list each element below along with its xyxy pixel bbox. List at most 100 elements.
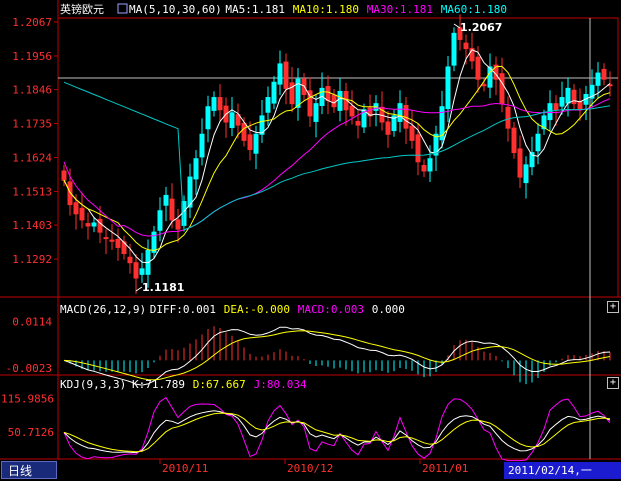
candle-body	[535, 133, 541, 152]
candle-body	[217, 97, 223, 111]
ma-value: MA10:1.180	[293, 3, 359, 16]
macd-value: MACD:0.003	[298, 303, 364, 316]
macd-dea-line	[63, 330, 611, 381]
indicator-icon	[117, 3, 128, 14]
candle-body	[397, 103, 403, 122]
candle-body	[463, 42, 469, 50]
candle-body	[247, 134, 253, 151]
candle-body	[349, 105, 355, 117]
candle-body	[331, 94, 337, 108]
macd-y-tick-label: 0.0114	[12, 315, 52, 328]
period-tab-daily[interactable]: 日线	[1, 461, 57, 479]
ma-value: MA5:1.181	[225, 3, 285, 16]
candle-body	[559, 97, 565, 107]
ma60-line	[63, 81, 611, 231]
x-month-label: 2011/01	[422, 462, 468, 475]
candle-body	[109, 239, 115, 242]
candle-body	[139, 268, 145, 275]
low-price-label: 1.1181	[142, 281, 184, 294]
main-y-tick-label: 1.1513	[12, 185, 52, 198]
candle-body	[325, 86, 331, 102]
kdj-value: K:71.789	[132, 378, 185, 391]
main-y-tick-label: 1.2067	[12, 16, 52, 29]
macd-y-tick-label: -0.0023	[6, 362, 52, 375]
x-month-label: 2010/11	[162, 462, 208, 475]
main-y-tick-label: 1.1956	[12, 50, 52, 63]
x-month-label: 2010/12	[287, 462, 333, 475]
candle-body	[445, 66, 451, 110]
kdj-j-line	[63, 396, 611, 462]
candle-body	[103, 237, 109, 240]
candle-body	[205, 106, 211, 130]
macd-panel-add-button[interactable]: +	[607, 301, 619, 313]
candle-body	[127, 256, 133, 264]
candle-body	[199, 133, 205, 158]
candle-body	[451, 32, 457, 66]
candle-body	[283, 61, 289, 89]
ma10-line	[63, 65, 611, 252]
candle-body	[577, 101, 583, 111]
candle-body	[505, 106, 511, 129]
candle-body	[565, 87, 571, 104]
macd-value: DEA:-0.000	[224, 303, 290, 316]
main-y-tick-label: 1.1403	[12, 219, 52, 232]
macd-value: 0.000	[372, 303, 405, 316]
candle-body	[385, 121, 391, 135]
kdj-value: J:80.034	[254, 378, 307, 391]
kdj-y-tick-label: 50.7126	[8, 426, 54, 439]
candle-body	[595, 72, 601, 86]
main-y-tick-label: 1.1735	[12, 118, 52, 131]
ma-value: MA60:1.180	[441, 3, 507, 16]
candle-body	[337, 90, 343, 111]
candle-body	[277, 63, 283, 85]
candle-body	[61, 170, 67, 181]
candle-body	[553, 103, 559, 111]
symbol-title: 英镑欧元	[60, 2, 104, 16]
chart-canvas[interactable]: 1.2067 1.1956 1.1846 1.1735 1.1624 1.1513 1.14…	[0, 0, 621, 481]
candle-body	[133, 262, 139, 279]
kdj-panel-add-button[interactable]: +	[607, 377, 619, 389]
main-y-tick-label: 1.1846	[12, 84, 52, 97]
candle-body	[241, 122, 247, 141]
candle-body	[73, 202, 79, 215]
candle-body	[313, 103, 319, 122]
candle-body	[481, 84, 487, 87]
candle-body	[421, 164, 427, 172]
candle-body	[523, 164, 529, 184]
candle-body	[265, 97, 271, 113]
main-y-tick-label: 1.1624	[12, 152, 52, 165]
candle-body	[169, 198, 175, 221]
ma5-line	[63, 49, 611, 264]
candle-body	[475, 56, 481, 80]
cursor-date-badge: 2011/02/14,一	[504, 462, 621, 479]
candle-body	[157, 210, 163, 231]
candle-body	[409, 125, 415, 141]
candle-body	[517, 148, 523, 178]
candle-body	[193, 158, 199, 180]
candle-body	[601, 68, 607, 80]
candle-body	[427, 158, 433, 172]
macd-value: DIFF:0.001	[150, 303, 216, 316]
kdj-value: D:67.667	[193, 378, 246, 391]
candle-body	[511, 127, 517, 154]
candle-body	[211, 97, 217, 111]
candle-body	[415, 134, 421, 163]
macd-label: MACD(26,12,9)	[60, 303, 146, 316]
candle-body	[79, 207, 85, 221]
kdj-y-tick-label: 115.9856	[1, 393, 54, 406]
candle-body	[163, 194, 169, 206]
candle-body	[229, 112, 235, 129]
candle-body	[85, 223, 91, 227]
candle-body	[253, 133, 259, 154]
candle-body	[175, 219, 181, 230]
kdj-label: KDJ(9,3,3)	[60, 378, 126, 391]
main-y-tick-label: 1.1292	[12, 253, 52, 266]
macd-diff-line	[63, 326, 611, 386]
high-price-label: 1.2067	[460, 21, 502, 34]
ma-value: MA30:1.181	[367, 3, 433, 16]
candle-body	[499, 73, 505, 105]
candle-body	[355, 120, 361, 126]
ma-label: MA(5,10,30,60)	[129, 3, 222, 16]
candle-body	[115, 238, 121, 248]
candle-body	[91, 222, 97, 227]
